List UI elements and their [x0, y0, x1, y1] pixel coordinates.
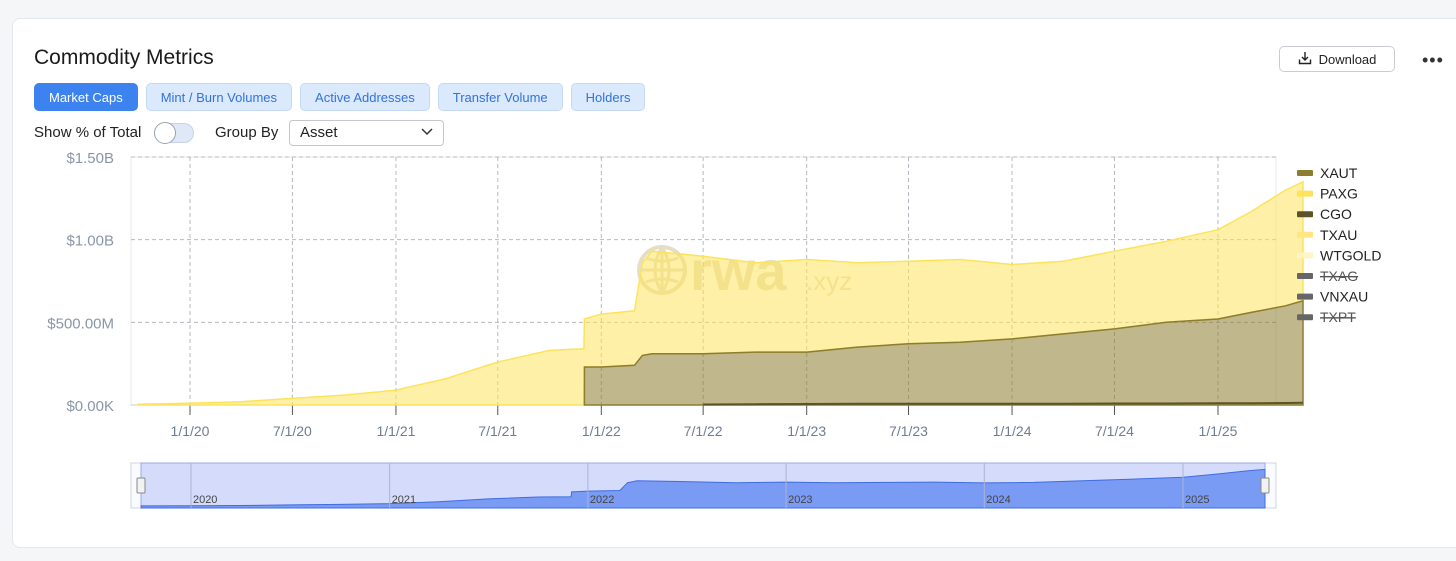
group-by-label: Group By	[215, 124, 279, 141]
group-by-value: Asset	[300, 124, 338, 141]
tab-mint-burn-volumes[interactable]: Mint / Burn Volumes	[145, 83, 293, 111]
group-by-select[interactable]: Asset	[289, 120, 444, 146]
tab-transfer-volume[interactable]: Transfer Volume	[437, 83, 563, 111]
tab-holders[interactable]: Holders	[570, 83, 646, 111]
chevron-down-icon	[421, 124, 433, 148]
more-options-button[interactable]: •••	[1422, 50, 1444, 71]
metric-tabs: Market Caps Mint / Burn Volumes Active A…	[34, 83, 646, 111]
download-button[interactable]: Download	[1279, 46, 1395, 72]
show-pct-label: Show % of Total	[34, 124, 142, 141]
download-icon	[1298, 51, 1312, 68]
download-label: Download	[1318, 51, 1377, 67]
page-title: Commodity Metrics	[34, 46, 214, 69]
tab-market-caps[interactable]: Market Caps	[34, 83, 138, 111]
tab-active-addresses[interactable]: Active Addresses	[300, 83, 430, 111]
toggle-knob	[154, 122, 176, 144]
show-pct-toggle[interactable]	[154, 122, 194, 144]
